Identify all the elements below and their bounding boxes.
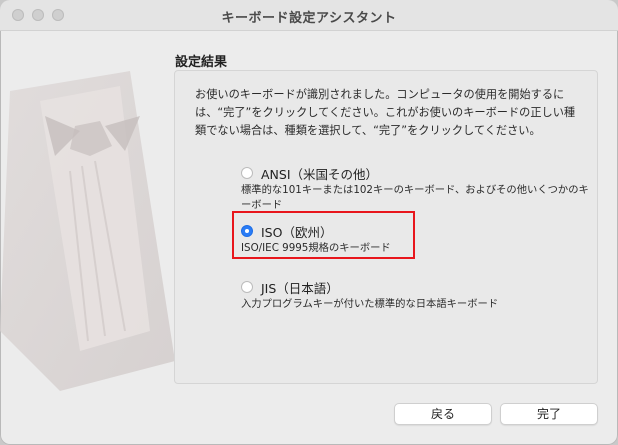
option-ansi-description: 標準的な101キーまたは102キーのキーボード、およびその他いくつかのキーボード	[241, 184, 589, 211]
back-button[interactable]: 戻る	[394, 403, 492, 425]
result-description: お使いのキーボードが識別されました。コンピュータの使用を開始するには、“完了”を…	[195, 88, 576, 137]
keyboard-setup-window: キーボード設定アシスタント 設定結果 お使いのキーボードが識別されました。コンピ…	[0, 0, 618, 445]
highlight-box	[232, 211, 415, 259]
radio-ansi[interactable]	[241, 167, 253, 179]
option-ansi-label: ANSI（米国その他）	[261, 167, 379, 182]
tuxedo-illustration	[0, 71, 175, 391]
option-jis-description: 入力プログラムキーが付いた標準的な日本語キーボード	[241, 298, 499, 310]
window-title: キーボード設定アシスタント	[221, 11, 397, 26]
section-title: 設定結果	[175, 55, 228, 70]
title-bar: キーボード設定アシスタント	[0, 0, 618, 31]
done-button[interactable]: 完了	[500, 403, 598, 425]
radio-jis[interactable]	[241, 281, 253, 293]
option-jis-label: JIS（日本語）	[261, 281, 339, 296]
